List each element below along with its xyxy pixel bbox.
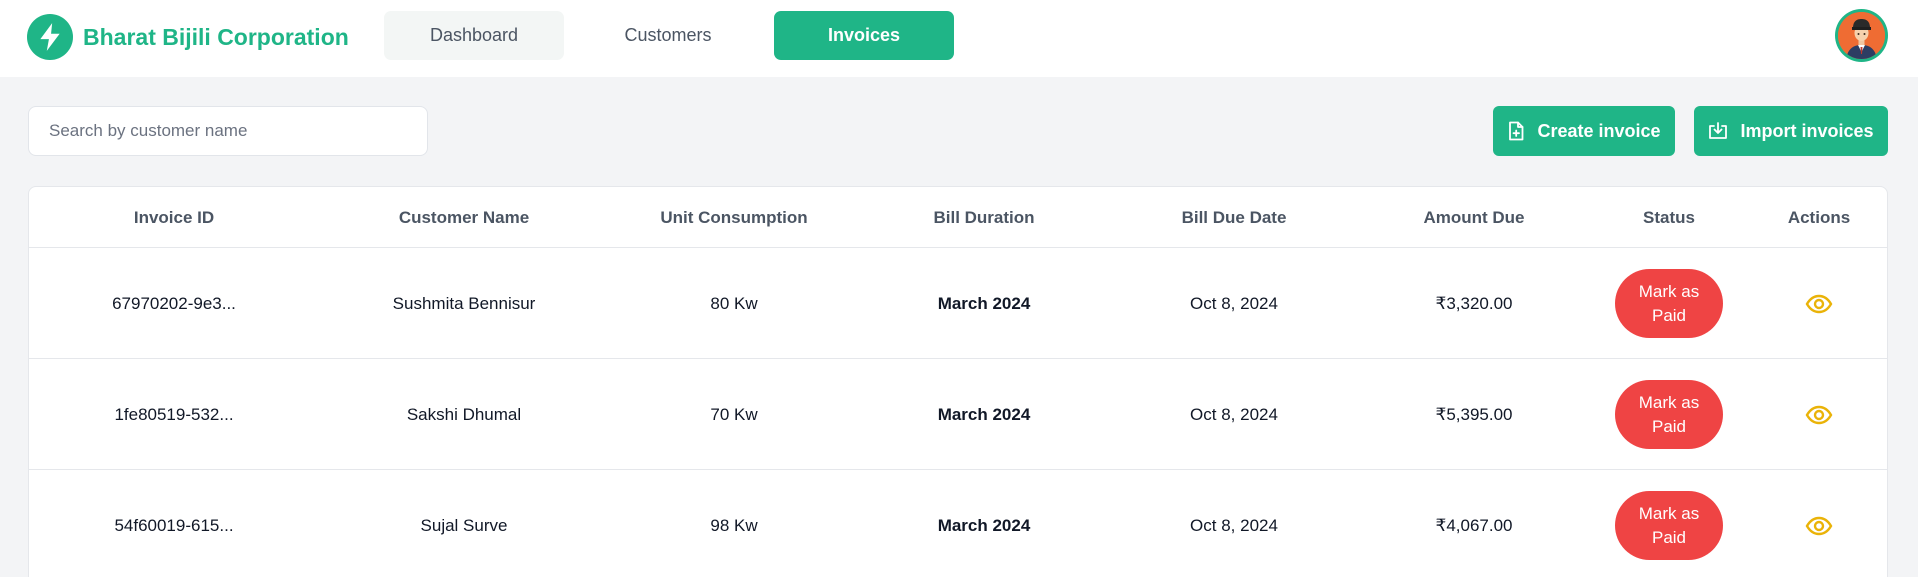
import-invoices-label: Import invoices bbox=[1740, 120, 1874, 141]
amount-due: ₹3,320.00 bbox=[1435, 293, 1513, 313]
table-row: 54f60019-615... Sujal Surve 98 Kw March … bbox=[29, 470, 1887, 577]
create-invoice-label: Create invoice bbox=[1537, 120, 1661, 141]
bill-due-date: Oct 8, 2024 bbox=[1190, 404, 1278, 424]
download-icon bbox=[1709, 122, 1728, 139]
customer-name: Sujal Surve bbox=[420, 515, 508, 535]
unit-consumption: 98 Kw bbox=[710, 515, 758, 535]
view-eye-icon[interactable] bbox=[1805, 294, 1833, 314]
customer-name: Sakshi Dhumal bbox=[406, 404, 522, 424]
table-header: Invoice ID Customer Name Unit Consumptio… bbox=[29, 187, 1887, 248]
bill-duration: March 2024 bbox=[937, 293, 1031, 313]
lightning-bolt-icon bbox=[27, 14, 73, 60]
unit-consumption: 80 Kw bbox=[710, 293, 758, 313]
create-invoice-button[interactable]: Create invoice bbox=[1493, 106, 1675, 156]
status-cell: Mark as Paid bbox=[1589, 248, 1749, 359]
column-header-bill-duration: Bill Duration bbox=[933, 207, 1035, 227]
user-avatar-icon[interactable] bbox=[1835, 9, 1888, 62]
status-cell: Mark as Paid bbox=[1589, 359, 1749, 470]
brand[interactable]: Bharat Bijili Corporation bbox=[27, 14, 349, 60]
actions-cell bbox=[1749, 470, 1887, 577]
invoices-table: Invoice ID Customer Name Unit Consumptio… bbox=[28, 186, 1888, 577]
column-header-unit-consumption: Unit Consumption bbox=[660, 207, 808, 227]
import-invoices-button[interactable]: Import invoices bbox=[1694, 106, 1888, 156]
table-row: 1fe80519-532... Sakshi Dhumal 70 Kw Marc… bbox=[29, 359, 1887, 470]
amount-due: ₹4,067.00 bbox=[1435, 515, 1513, 535]
bill-due-date: Oct 8, 2024 bbox=[1190, 293, 1278, 313]
invoice-id: 67970202-9e3... bbox=[112, 293, 236, 313]
bill-duration: March 2024 bbox=[937, 515, 1031, 535]
column-header-status: Status bbox=[1643, 207, 1695, 227]
brand-name: Bharat Bijili Corporation bbox=[83, 23, 349, 50]
tab-invoices[interactable]: Invoices bbox=[774, 11, 954, 60]
customer-name: Sushmita Bennisur bbox=[392, 293, 536, 313]
search-input[interactable] bbox=[28, 106, 428, 156]
top-navbar: Bharat Bijili Corporation Dashboard Cust… bbox=[0, 0, 1918, 77]
invoice-id: 1fe80519-532... bbox=[114, 404, 234, 424]
unit-consumption: 70 Kw bbox=[710, 404, 758, 424]
mark-as-paid-button[interactable]: Mark as Paid bbox=[1615, 380, 1723, 449]
actions-cell bbox=[1749, 359, 1887, 470]
actions-cell bbox=[1749, 248, 1887, 359]
mark-as-paid-button[interactable]: Mark as Paid bbox=[1615, 269, 1723, 338]
column-header-bill-due-date: Bill Due Date bbox=[1181, 207, 1287, 227]
column-header-amount-due: Amount Due bbox=[1423, 207, 1525, 227]
view-eye-icon[interactable] bbox=[1805, 516, 1833, 536]
file-plus-icon bbox=[1509, 121, 1524, 141]
bill-due-date: Oct 8, 2024 bbox=[1190, 515, 1278, 535]
mark-as-paid-button[interactable]: Mark as Paid bbox=[1615, 491, 1723, 560]
column-header-actions: Actions bbox=[1787, 207, 1851, 227]
amount-due: ₹5,395.00 bbox=[1435, 404, 1513, 424]
bill-duration: March 2024 bbox=[937, 404, 1031, 424]
column-header-customer-name: Customer Name bbox=[398, 207, 530, 227]
column-header-invoice-id: Invoice ID bbox=[133, 207, 215, 227]
view-eye-icon[interactable] bbox=[1805, 405, 1833, 425]
status-cell: Mark as Paid bbox=[1589, 470, 1749, 577]
tab-dashboard[interactable]: Dashboard bbox=[384, 11, 564, 60]
invoice-id: 54f60019-615... bbox=[114, 515, 234, 535]
table-row: 67970202-9e3... Sushmita Bennisur 80 Kw … bbox=[29, 248, 1887, 359]
tab-customers[interactable]: Customers bbox=[578, 11, 758, 60]
